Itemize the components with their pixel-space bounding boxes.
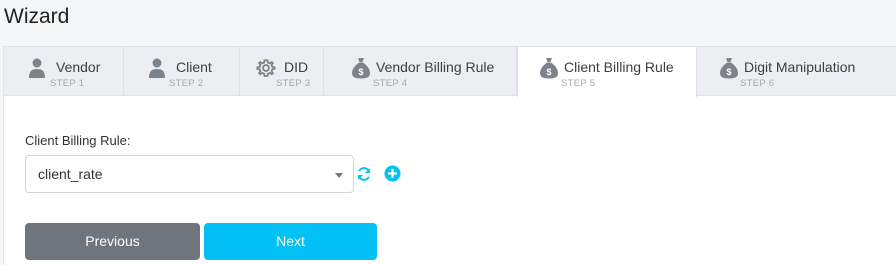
tab-label: Vendor Billing Rule xyxy=(376,59,495,75)
money-bag-icon: $ xyxy=(352,58,370,79)
money-bag-icon: $ xyxy=(540,58,558,79)
client-billing-rule-select[interactable]: client_rate xyxy=(25,155,354,193)
client-billing-rule-label: Client Billing Rule: xyxy=(25,133,131,148)
refresh-icon[interactable] xyxy=(356,166,372,182)
tab-client[interactable]: Client STEP 2 xyxy=(124,47,240,96)
tab-label: Digit Manipulation xyxy=(744,59,856,75)
svg-text:$: $ xyxy=(546,67,551,77)
wizard-panel: Vendor STEP 1 Client STEP 2 DID STEP 3 $… xyxy=(3,46,896,265)
tab-step: STEP 1 xyxy=(50,78,85,89)
tab-digit-manipulation[interactable]: $ Digit Manipulation STEP 6 xyxy=(697,47,896,96)
previous-button[interactable]: Previous xyxy=(25,223,200,260)
page-title: Wizard xyxy=(4,5,70,28)
user-icon xyxy=(29,58,45,78)
tab-label: Client xyxy=(176,59,212,75)
tab-label: Client Billing Rule xyxy=(564,59,674,75)
tab-client-billing-rule[interactable]: $ Client Billing Rule STEP 5 xyxy=(517,47,697,97)
tab-step: STEP 6 xyxy=(740,78,775,89)
tab-did[interactable]: DID STEP 3 xyxy=(240,47,324,96)
tab-vendor-billing-rule[interactable]: $ Vendor Billing Rule STEP 4 xyxy=(324,47,517,96)
svg-text:$: $ xyxy=(726,67,731,77)
select-value: client_rate xyxy=(38,166,103,182)
next-button[interactable]: Next xyxy=(204,223,377,260)
tab-step: STEP 2 xyxy=(169,78,204,89)
user-icon xyxy=(149,58,165,78)
tab-step: STEP 3 xyxy=(276,78,311,89)
tab-vendor[interactable]: Vendor STEP 1 xyxy=(4,47,124,96)
money-bag-icon: $ xyxy=(720,58,738,79)
tab-label: Vendor xyxy=(56,59,101,75)
svg-text:$: $ xyxy=(358,67,363,77)
add-icon[interactable] xyxy=(384,165,401,182)
gear-icon xyxy=(256,59,276,77)
tab-step: STEP 4 xyxy=(373,78,408,89)
wizard-tabs: Vendor STEP 1 Client STEP 2 DID STEP 3 $… xyxy=(4,47,896,97)
chevron-down-icon xyxy=(335,173,343,178)
tab-step: STEP 5 xyxy=(561,78,596,89)
tab-label: DID xyxy=(284,59,309,75)
